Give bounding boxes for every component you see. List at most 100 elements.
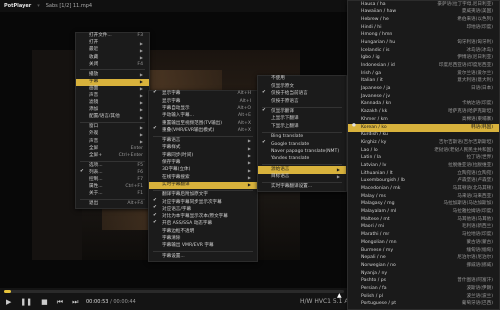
menu-item[interactable]: 属性... Ctrl+F1 bbox=[76, 184, 149, 191]
menu-item[interactable]: 字幕输出 VMR/EVR 字幕 bbox=[149, 243, 257, 250]
menu-item[interactable]: 字幕同步(时间) ▶ bbox=[149, 152, 257, 159]
menu-item[interactable]: 下显示上翻译 bbox=[258, 123, 346, 130]
menu-item[interactable]: 仅显示原文 bbox=[258, 83, 346, 90]
menu-item[interactable]: ✔ 对应语言/字幕 bbox=[149, 206, 257, 213]
menu-item[interactable]: Latvian / lv 拉脱维亚语(拉脱维亚) bbox=[348, 162, 499, 170]
menu-item[interactable]: Hawaiian / haw 夏威夷语(美国) bbox=[348, 9, 499, 17]
menu-item[interactable]: 关于... F1 bbox=[76, 191, 149, 198]
menu-item[interactable]: 显示字幕 Alt+I bbox=[149, 98, 257, 105]
menu-item[interactable]: 外观 ▶ bbox=[76, 131, 149, 138]
menu-item[interactable]: Maori / mi 毛利语(新西兰) bbox=[348, 224, 499, 232]
menu-item[interactable]: Hindi / hi 印地语(印度) bbox=[348, 24, 499, 32]
menu-item[interactable]: Hungarian / hu 匈牙利语(匈牙利) bbox=[348, 39, 499, 47]
menu-item[interactable]: 声音 ▶ bbox=[76, 138, 149, 145]
menu-item[interactable]: Kazakh / kk 哈萨克语(哈萨克斯坦) bbox=[348, 109, 499, 117]
menu-item[interactable]: Hmong / hmn bbox=[348, 32, 499, 40]
menu-item[interactable]: Kirghiz / ky 吉尔吉斯语(吉尔吉斯斯坦) bbox=[348, 139, 499, 147]
menu-item[interactable]: 字幕设置... bbox=[149, 253, 257, 260]
menu-item[interactable]: Yandex translate bbox=[258, 156, 346, 163]
menu-item[interactable]: Japanese / ja 日语(日本) bbox=[348, 86, 499, 94]
menu-item[interactable]: Naver papago translate(NMT) bbox=[258, 149, 346, 156]
menu-item[interactable]: 字幕边框不透明 bbox=[149, 228, 257, 235]
menu-item[interactable]: 目标语言 ▶ bbox=[258, 174, 346, 181]
menu-item[interactable]: 字幕语言 ▶ bbox=[149, 138, 257, 145]
menu-item[interactable]: Maltese / mt 马耳他语(马耳他) bbox=[348, 216, 499, 224]
menu-item[interactable]: 在线字幕搜索 ▶ bbox=[149, 174, 257, 181]
menu-item[interactable]: 实时字幕翻译 ▶ bbox=[149, 181, 257, 189]
menu-item[interactable]: 退出 Alt+F4 bbox=[76, 201, 149, 208]
menu-item[interactable]: ✔ Google translate bbox=[258, 141, 346, 148]
menu-item[interactable]: Norwegian / no 挪威语(挪威) bbox=[348, 262, 499, 270]
menu-item[interactable]: 选项... F5 bbox=[76, 163, 149, 170]
menu-item[interactable]: 全屏+ Ctrl+Enter bbox=[76, 153, 149, 160]
menu-item[interactable]: 控制... F7 bbox=[76, 177, 149, 184]
menu-item[interactable]: ✔ 开启 ASS/SSA 动态字幕 bbox=[149, 221, 257, 228]
menu-item[interactable]: 字幕样式 ▶ bbox=[149, 145, 257, 152]
menu-item[interactable]: 声音 ▶ bbox=[76, 93, 149, 100]
menu-item[interactable]: ✔ 列表... F6 bbox=[76, 169, 149, 177]
menu-item[interactable]: Javanese / jv bbox=[348, 93, 499, 101]
menu-item[interactable]: Burmese / my 缅甸语(缅甸) bbox=[348, 247, 499, 255]
menu-item[interactable]: Hebrew / he 希伯来语(以色列) bbox=[348, 16, 499, 24]
menu-item[interactable]: ✔ 对比为本字幕显示次本/原文字幕 bbox=[149, 213, 257, 221]
menu-item[interactable]: 打开文件... F3 bbox=[76, 33, 149, 40]
menu-item[interactable]: Icelandic / is 冰岛语(冰岛) bbox=[348, 47, 499, 55]
menu-item[interactable]: 手动输入字幕... Alt+E bbox=[149, 113, 257, 120]
menu-item[interactable]: 保存字幕 ▶ bbox=[149, 160, 257, 167]
seek-bar[interactable] bbox=[4, 290, 344, 293]
pause-icon[interactable]: ❚❚ bbox=[20, 298, 32, 307]
menu-item[interactable]: Italian / it 意大利语(意大利) bbox=[348, 78, 499, 86]
menu-item[interactable]: ✔ 显示字幕 Alt+H bbox=[149, 90, 257, 98]
menu-item[interactable]: 字幕自动显示 Alt+O bbox=[149, 106, 257, 113]
menu-item[interactable]: 窗口 ▶ bbox=[76, 124, 149, 131]
menu-item[interactable]: Macedonian / mk 马其顿语(北马其顿) bbox=[348, 186, 499, 194]
menu-item[interactable]: Lao / lo 老挝语(老挝人民民主共和国) bbox=[348, 147, 499, 155]
menu-item[interactable]: Kurdish / ku bbox=[348, 132, 499, 140]
menu-item[interactable]: Malagasy / mg 马拉加斯语(马达加斯加) bbox=[348, 201, 499, 209]
menu-item[interactable]: 仅按于原语言 bbox=[258, 98, 346, 105]
menu-item[interactable]: Latin / la 拉丁语(世界) bbox=[348, 155, 499, 163]
menu-item[interactable]: Nyanja / ny bbox=[348, 270, 499, 278]
menu-item[interactable]: 不使用 bbox=[258, 76, 346, 83]
menu-item[interactable]: 3D字幕(立体) ▶ bbox=[149, 167, 257, 174]
menu-item[interactable]: ✔ 仅按于给当前语言 bbox=[258, 90, 346, 98]
menu-item[interactable]: 字幕清除 bbox=[149, 236, 257, 243]
menu-item[interactable]: 翻译字幕后附加原文字 bbox=[149, 192, 257, 199]
menu-item[interactable]: Persian / fa 波斯语(伊朗) bbox=[348, 285, 499, 293]
menu-item[interactable]: 重置输出至视频范围(TV输出) Alt+X bbox=[149, 120, 257, 127]
menu-item[interactable]: 画面 ▶ bbox=[76, 86, 149, 93]
menu-item[interactable]: Indonesian / id 印度尼西亚语(印度尼西亚) bbox=[348, 63, 499, 71]
menu-item[interactable]: Bing translate bbox=[258, 134, 346, 141]
menu-item[interactable]: 字幕 ▶ bbox=[76, 78, 149, 86]
menu-item[interactable]: Kannada / kn 卡纳达语(印度) bbox=[348, 101, 499, 109]
menu-item[interactable]: 源始语言 ▶ bbox=[258, 166, 346, 174]
menu-item[interactable]: 配置/语言/其他 ▶ bbox=[76, 114, 149, 121]
menu-item[interactable]: Hausa / ha 豪萨语(拉丁字母,尼日利亚) bbox=[348, 1, 499, 9]
menu-item[interactable]: Irish / ga 爱尔兰语(爱尔兰) bbox=[348, 70, 499, 78]
menu-item[interactable]: ✔ 重叠(VMR/EVR输出模式) Alt+X bbox=[149, 127, 257, 134]
menu-item[interactable]: 关闭 F4 bbox=[76, 61, 149, 68]
menu-item[interactable]: ● Korean / ko 韩语(韩国) bbox=[348, 123, 499, 132]
menu-item[interactable]: 实时字幕翻译设置... bbox=[258, 184, 346, 191]
menu-item[interactable]: 打开 ▶ bbox=[76, 40, 149, 47]
menu-item[interactable]: Nepali / ne 尼泊尔语(尼泊尔) bbox=[348, 255, 499, 263]
menu-item[interactable]: Igbo / ig 伊博语(尼日利亚) bbox=[348, 55, 499, 63]
menu-item[interactable]: Malay / ms 马来语(马来西亚) bbox=[348, 193, 499, 201]
menu-item[interactable]: Malayalam / ml 马拉雅拉姆语(印度) bbox=[348, 209, 499, 217]
menu-item[interactable]: Polish / pl 波兰语(波兰) bbox=[348, 293, 499, 301]
chevron-down-icon[interactable]: ▾ bbox=[37, 3, 40, 9]
menu-item[interactable]: Mongolian / mn 蒙古语(蒙古) bbox=[348, 239, 499, 247]
play-icon[interactable]: ▶ bbox=[6, 298, 11, 307]
menu-item[interactable]: Luxembourgish / lb 卢森堡语(卢森堡) bbox=[348, 178, 499, 186]
menu-item[interactable]: ✔ 仅显示翻译 bbox=[258, 108, 346, 116]
menu-item[interactable]: Lithuanian / lt 立陶宛语(立陶宛) bbox=[348, 170, 499, 178]
menu-item[interactable]: 全屏 Enter bbox=[76, 145, 149, 152]
menu-item[interactable]: 添加 ▶ bbox=[76, 107, 149, 114]
next-icon[interactable]: ⏭ bbox=[72, 298, 78, 307]
app-logo[interactable]: PotPlayer bbox=[4, 3, 31, 9]
menu-item[interactable]: 最近 ▶ bbox=[76, 47, 149, 54]
menu-item[interactable]: Khmer / km 高棉语(柬埔寨) bbox=[348, 116, 499, 124]
stop-icon[interactable]: ■ bbox=[41, 298, 48, 307]
menu-item[interactable]: 上显示下翻译 bbox=[258, 116, 346, 123]
menu-item[interactable]: 播放 ▶ bbox=[76, 71, 149, 78]
